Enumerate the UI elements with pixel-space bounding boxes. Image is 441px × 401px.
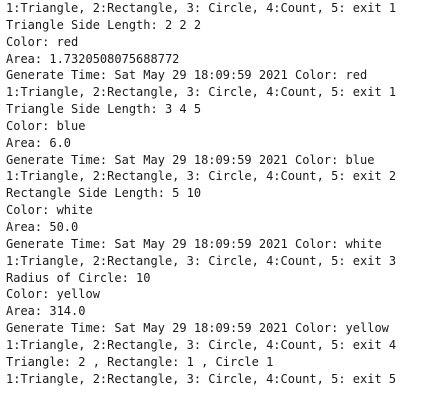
console-line: Area: 314.0 bbox=[6, 304, 86, 319]
console-line: Generate Time: Sat May 29 18:09:59 2021 … bbox=[6, 68, 368, 83]
console-line: Area: 1.7320508075688772 bbox=[6, 51, 180, 66]
console-line: Generate Time: Sat May 29 18:09:59 2021 … bbox=[6, 152, 375, 167]
console-line: 1:Triangle, 2:Rectangle, 3: Circle, 4:Co… bbox=[6, 1, 397, 15]
console-line: 1:Triangle, 2:Rectangle, 3: Circle, 4:Co… bbox=[6, 85, 397, 100]
console-line: Area: 50.0 bbox=[6, 219, 79, 234]
console-output: 1:Triangle, 2:Rectangle, 3: Circle, 4:Co… bbox=[0, 0, 441, 401]
console-line: 1:Triangle, 2:Rectangle, 3: Circle, 4:Co… bbox=[6, 337, 397, 352]
console-line: Color: yellow bbox=[6, 287, 100, 302]
console-line: Color: blue bbox=[6, 118, 86, 133]
console-line: Color: red bbox=[6, 34, 79, 49]
console-line: Triangle Side Length: 3 4 5 bbox=[6, 102, 202, 117]
console-line: Triangle Side Length: 2 2 2 bbox=[6, 17, 202, 32]
console-line: 1:Triangle, 2:Rectangle, 3: Circle, 4:Co… bbox=[6, 371, 397, 386]
console-line: Rectangle Side Length: 5 10 bbox=[6, 186, 202, 201]
console-line: 1:Triangle, 2:Rectangle, 3: Circle, 4:Co… bbox=[6, 169, 397, 184]
console-line: Radius of Circle: 10 bbox=[6, 270, 151, 285]
console-line: Generate Time: Sat May 29 18:09:59 2021 … bbox=[6, 321, 389, 336]
console-line: Generate Time: Sat May 29 18:09:59 2021 … bbox=[6, 236, 382, 251]
console-line: Color: white bbox=[6, 203, 93, 218]
console-line: Area: 6.0 bbox=[6, 135, 72, 150]
console-line: 1:Triangle, 2:Rectangle, 3: Circle, 4:Co… bbox=[6, 253, 397, 268]
console-line: Triangle: 2 , Rectangle: 1 , Circle 1 bbox=[6, 354, 274, 369]
